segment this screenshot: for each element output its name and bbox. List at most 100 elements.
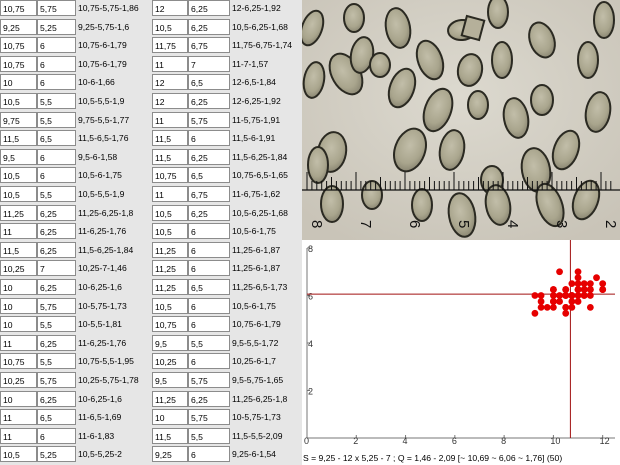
table-cell: 6 [188,260,230,277]
table-cell: 11,5-5,5-2,09 [232,430,283,441]
table-row: 11,5 6,5 11,5-6,5-1,76 11,5 6 11,5-6-1,91 [0,130,302,147]
x-tick-label: 12 [600,436,610,446]
table-row: 11 6,25 11-6,25-1,76 9,5 5,5 9,5-5,5-1,72 [0,334,302,352]
table-cell: 11,75 [152,37,188,54]
spore [307,146,329,184]
table-cell: 11 [152,186,188,202]
table-row: 10,75 5,75 10,75-5,75-1,86 12 6,25 12-6,25-1,… [0,0,302,17]
table-cell: 9,25-6-1,54 [232,449,276,460]
table-cell: 10,25-5,75-1,78 [78,375,139,385]
table-cell: 10,5 [152,204,188,221]
table-row: 10 5,75 10-5,75-1,73 10,5 6 10,5-6-1,75 [0,297,302,315]
table-cell: 10 [152,409,188,426]
data-point [580,280,588,288]
table-cell: 11,25 [152,279,188,295]
data-point [568,298,576,305]
x-tick-label: 4 [403,436,408,446]
table-row: 10 6 10-6-1,66 12 6,5 12-6,5-1,84 [0,74,302,91]
table-cell: 11 [0,409,37,426]
table-cell: 6,25 [37,334,76,351]
table-cell: 6,75 [188,186,230,202]
table-cell: 10,25-7-1,46 [78,263,127,274]
table-cell: 6 [188,353,230,370]
table-cell: 11,5-6,5-1,76 [78,133,129,144]
table-cell: 6 [188,316,230,333]
table-cell: 11,25-6,25-1,8 [78,207,134,218]
table-cell: 10,5-6,25-1,68 [232,207,288,218]
table-cell: 6,25 [188,204,230,221]
table-cell: 10,5-5,25-2 [78,449,122,460]
table-cell: 11,5 [152,427,188,444]
table-row: 9,25 5,25 9,25-5,75-1,6 10,5 6,25 10,5-6,25-1… [0,18,302,36]
data-point [537,292,545,299]
y-tick-label: 6 [308,292,313,302]
table-cell: 5,5 [37,93,76,109]
table-row: 10,5 5,25 10,5-5,25-2 9,25 6 9,25-6-1,54 [0,446,302,463]
table-cell: 5,5 [37,316,76,333]
table-cell: 10,75-5,5-1,95 [78,356,134,367]
table-cell: 10,75 [152,316,188,333]
table-cell: 6,75 [188,37,230,54]
data-point [550,303,557,311]
table-row: 9,5 6 9,5-6-1,58 11,5 6,25 11,5-6,25-1,84 [0,148,302,166]
data-point [580,286,588,293]
spore [320,185,344,223]
table-row: 10,75 5,5 10,75-5,5-1,95 10,25 6 10,25-6-1,7 [0,353,302,370]
table-cell: 5,5 [37,111,76,128]
data-point [568,280,576,288]
data-point [568,292,576,299]
table-cell: 9,5 [152,334,188,351]
data-point [556,298,563,305]
table-cell: 12-6,5-1,84 [232,77,276,88]
table-cell: 12 [152,0,188,16]
table-cell: 5,25 [37,18,76,35]
table-cell: 10,5-6-1,75 [78,170,122,181]
x-tick-label: 6 [452,436,457,446]
table-cell: 6,25 [188,18,230,35]
spore [343,3,365,33]
data-point [543,303,551,311]
table-cell: 10,75 [152,167,188,184]
table-cell: 5,75 [37,372,76,388]
table-cell: 11 [0,427,37,444]
table-cell: 6 [188,241,230,258]
table-cell: 11,25-6-1,87 [232,263,281,274]
scale-label: 5 [455,220,472,228]
table-row: 10 6,25 10-6,25-1,6 11,25 6,5 11,25-6,5-1,73 [0,279,302,296]
scale-label: 4 [504,220,521,228]
data-point [537,303,545,311]
table-cell: 12-6,25-1,92 [232,96,281,106]
data-point [599,280,607,288]
data-point [599,286,607,293]
spore [530,84,554,116]
table-cell: 6 [37,55,76,72]
table-cell: 6,25 [37,223,76,240]
scatter-plot: 0 2 4 6 8 10 12 2 4 6 8 [302,240,620,465]
data-point [556,292,563,299]
table-cell: 10,5-6,25-1,68 [232,21,288,32]
table-cell: 11,5 [152,130,188,147]
table-cell: 10,75-5,75-1,86 [78,3,139,13]
spore [491,41,513,79]
table-cell: 10,25 [152,353,188,370]
table-cell: 10-6,25-1,6 [78,393,122,404]
table-cell: 6 [37,427,76,444]
table-row: 11 6,5 11-6,5-1,69 10 5,75 10-5,75-1,73 [0,409,302,426]
scale-label: 8 [308,220,325,228]
spore [577,41,599,79]
table-cell: 10,75 [0,353,37,370]
data-point [574,298,582,305]
table-cell: 5,5 [37,186,76,202]
data-point [568,303,576,311]
scale-label: 7 [357,220,374,228]
table-cell: 10 [0,279,37,295]
table-cell: 5,5 [188,427,230,444]
table-row: 10 6,25 10-6,25-1,6 11,25 6,25 11,25-6,25-1,8 [0,390,302,408]
table-row: 10,75 6 10,75-6-1,79 11,75 6,75 11,75-6,75-1,… [0,37,302,54]
table-cell: 6 [37,148,76,165]
table-cell: 11-6-1,83 [78,430,115,441]
table-cell: 9,5 [0,148,37,165]
table-cell: 6,25 [188,148,230,165]
table-cell: 11-7-1,57 [232,58,269,69]
data-point [586,280,594,288]
